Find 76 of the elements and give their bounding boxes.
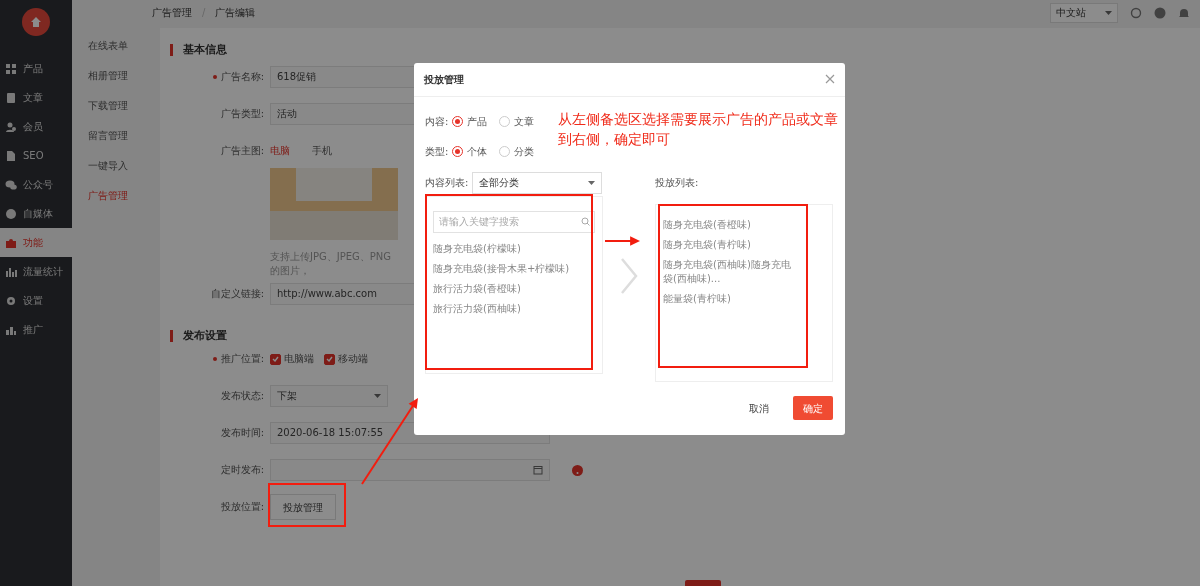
home-icon (30, 16, 42, 28)
category-select[interactable]: 全部分类 (472, 171, 603, 194)
section-title: 发布设置 (183, 327, 227, 344)
users-icon (5, 120, 17, 133)
close-icon[interactable] (825, 74, 835, 85)
chat-icon (5, 178, 17, 191)
dialog-title: 投放管理 (424, 72, 464, 87)
field-label: 广告主图: (220, 145, 264, 156)
bell-icon[interactable] (1178, 6, 1190, 19)
annotation-text: 从左侧备选区选择需要展示广告的产品或文章到右侧，确定即可 (558, 109, 839, 149)
sidebar-item[interactable]: 设置 (0, 286, 72, 315)
sidebar-item[interactable]: 功能 (0, 228, 72, 257)
gear-icon (5, 294, 17, 307)
grid-icon (5, 62, 17, 75)
home-button[interactable] (22, 8, 50, 36)
language-select[interactable]: 中文站 (1050, 2, 1118, 23)
field-label: 发布状态: (220, 390, 264, 401)
section-marker (170, 44, 173, 56)
date-field[interactable] (270, 459, 550, 481)
select-field[interactable]: 下架 (270, 385, 388, 407)
check-icon (272, 356, 279, 362)
circle-icon (5, 207, 17, 220)
calendar-icon (533, 465, 543, 475)
sidebar-item[interactable]: 文章 (0, 83, 72, 112)
section-marker (170, 330, 173, 342)
cancel-button[interactable]: 取消 (743, 399, 775, 417)
search-field[interactable]: 请输入关键字搜索 (433, 210, 595, 233)
sidebar-item[interactable]: 流量统计 (0, 257, 72, 286)
list-item[interactable]: 随身充电袋(香橙味) (663, 214, 798, 235)
check-icon (326, 356, 333, 362)
subnav-item[interactable]: 留言管理 (72, 120, 152, 150)
field-label: 内容列表: (425, 176, 469, 191)
sidebar-item[interactable]: 推广 (0, 315, 72, 344)
puzzle-icon (5, 236, 17, 249)
image-tab[interactable]: 电脑 (270, 145, 290, 156)
field-label: 发布时间: (220, 427, 264, 438)
placement-button[interactable]: 投放管理 (270, 494, 336, 520)
subnav-item[interactable]: 在线表单 (72, 30, 152, 60)
breadcrumb-item: 广告编辑 (215, 6, 256, 20)
radio-option[interactable]: 个体 (452, 144, 488, 160)
field-label: 投放列表: (655, 176, 699, 191)
breadcrumb-item[interactable]: 广告管理 (152, 5, 192, 20)
breadcrumb-separator: / (202, 6, 206, 20)
field-label: 定时发布: (220, 464, 264, 475)
caret-icon (1105, 10, 1112, 15)
sidebar-item[interactable]: SEO (0, 141, 72, 170)
list-item[interactable]: 随身充电袋(接骨木果+柠檬味) (433, 258, 595, 279)
checkbox[interactable]: 电脑端 (270, 348, 314, 370)
confirm-button[interactable]: 确定 (793, 396, 833, 421)
list-item[interactable]: 随身充电袋(柠檬味) (433, 238, 595, 259)
field-label: 自定义链接: (210, 288, 264, 299)
field-label: 广告名称: (220, 71, 264, 82)
field-label: 类型: (425, 145, 449, 160)
subnav-item[interactable]: 广告管理 (72, 180, 152, 210)
list-item[interactable]: 能量袋(青柠味) (663, 288, 798, 309)
document-icon (5, 91, 17, 104)
caret-icon (588, 180, 596, 185)
subnav-item[interactable]: 相册管理 (72, 60, 152, 90)
list-item[interactable]: 随身充电袋(青柠味) (663, 234, 798, 255)
search-icon (581, 216, 590, 226)
field-label: 推广位置: (220, 353, 264, 364)
sidebar-item[interactable]: 公众号 (0, 170, 72, 199)
list-item[interactable]: 随身充电袋(西柚味)随身充电袋(西柚味)... (663, 254, 798, 289)
sidebar-item[interactable]: 会员 (0, 112, 72, 141)
sidebar-item[interactable]: 自媒体 (0, 199, 72, 228)
file-icon (5, 149, 17, 162)
bar-chart-icon (5, 265, 17, 278)
sidebar-item[interactable]: 产品 (0, 54, 72, 83)
section-title: 基本信息 (183, 41, 227, 58)
radio-option[interactable]: 分类 (499, 144, 535, 160)
checkbox[interactable]: 移动端 (324, 348, 368, 370)
caret-icon (374, 394, 381, 398)
field-label: 投放位置: (220, 501, 264, 512)
field-label: 广告类型: (220, 108, 264, 119)
image-tab[interactable]: 手机 (312, 145, 332, 156)
subnav-item[interactable]: 下载管理 (72, 90, 152, 120)
